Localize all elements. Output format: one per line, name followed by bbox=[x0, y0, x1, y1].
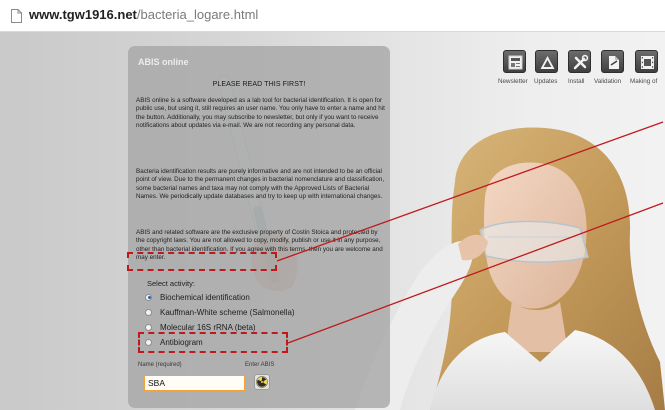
web-page: ABIS online PLEASE READ THIS FIRST! ABIS… bbox=[0, 32, 665, 410]
callout-line-1 bbox=[276, 121, 664, 262]
page-icon bbox=[11, 9, 22, 23]
url-host: www.tgw1916.net bbox=[29, 7, 137, 22]
url-path: /bacteria_logare.html bbox=[136, 7, 259, 22]
address-bar[interactable]: www.tgw1916.net/bacteria_logare.html bbox=[0, 0, 665, 32]
callout-lines bbox=[276, 121, 664, 344]
callout-line-2 bbox=[287, 202, 664, 344]
url-text[interactable]: www.tgw1916.net/bacteria_logare.html bbox=[29, 7, 258, 22]
